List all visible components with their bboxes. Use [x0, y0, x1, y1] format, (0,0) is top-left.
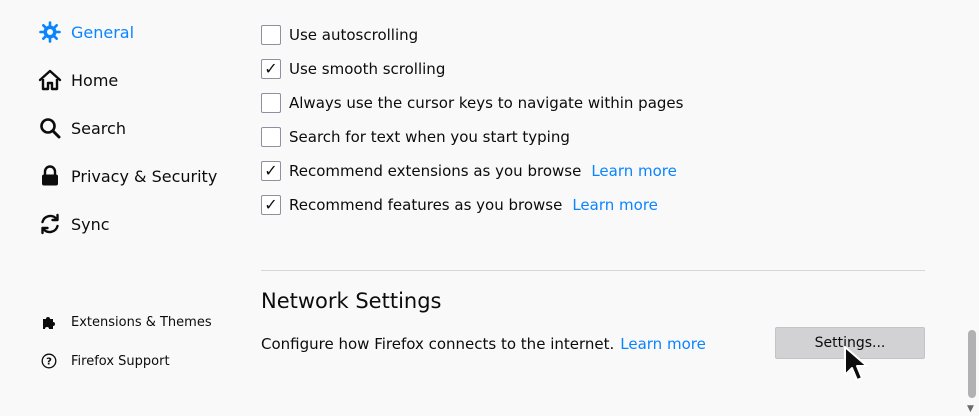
checkmark-icon: ✓: [264, 195, 278, 214]
home-icon: [36, 66, 64, 94]
preferences-page: General Home Search Privacy & Security S…: [0, 0, 979, 416]
lock-icon: [36, 162, 64, 190]
section-divider: [261, 270, 925, 271]
option-recommend-extensions[interactable]: ✓ Recommend extensions as you browse Lea…: [261, 159, 677, 183]
option-label: Use smooth scrolling: [289, 60, 446, 78]
network-settings-description: Configure how Firefox connects to the in…: [261, 334, 706, 354]
sidebar-item-search[interactable]: Search: [36, 112, 126, 144]
mouse-cursor-icon: [844, 346, 868, 381]
recommend-extensions-checkbox[interactable]: ✓: [261, 161, 281, 181]
sidebar-item-label: Search: [71, 118, 126, 138]
option-label: Search for text when you start typing: [289, 128, 570, 146]
scroll-down-arrow-icon[interactable]: ▼: [967, 404, 974, 414]
learn-more-link[interactable]: Learn more: [620, 335, 706, 353]
sidebar-item-extensions[interactable]: Extensions & Themes: [38, 306, 212, 338]
main-content: Use autoscrolling ✓ Use smooth scrolling…: [261, 0, 925, 416]
learn-more-link[interactable]: Learn more: [591, 162, 677, 180]
scrollbar[interactable]: ▼: [965, 0, 979, 416]
cursor-keys-checkbox[interactable]: [261, 93, 281, 113]
option-search-typing[interactable]: Search for text when you start typing: [261, 125, 570, 149]
option-label: Recommend features as you browse: [289, 196, 563, 214]
option-cursor-keys[interactable]: Always use the cursor keys to navigate w…: [261, 91, 683, 115]
sidebar-item-label: General: [71, 22, 135, 42]
puzzle-icon: [38, 311, 60, 333]
checkmark-icon: ✓: [264, 59, 278, 78]
checkmark-icon: ✓: [264, 161, 278, 180]
sidebar-item-support[interactable]: ? Firefox Support: [38, 345, 170, 377]
network-description-text: Configure how Firefox connects to the in…: [261, 335, 615, 353]
sidebar-item-label: Sync: [71, 214, 110, 234]
option-smooth-scrolling[interactable]: ✓ Use smooth scrolling: [261, 57, 445, 81]
sidebar-item-sync[interactable]: Sync: [36, 208, 110, 240]
sidebar-item-privacy[interactable]: Privacy & Security: [36, 160, 217, 192]
sidebar-item-label: Extensions & Themes: [71, 314, 212, 330]
svg-text:?: ?: [46, 357, 52, 368]
autoscrolling-checkbox[interactable]: [261, 25, 281, 45]
sidebar-item-general[interactable]: General: [36, 16, 134, 48]
sidebar-item-label: Home: [71, 70, 119, 90]
gear-icon: [36, 18, 64, 46]
network-settings-title: Network Settings: [261, 289, 442, 313]
option-label: Use autoscrolling: [289, 26, 419, 44]
option-label: Recommend extensions as you browse: [289, 162, 582, 180]
option-recommend-features[interactable]: ✓ Recommend features as you browse Learn…: [261, 193, 658, 217]
help-icon: ?: [38, 350, 60, 372]
smooth-scrolling-checkbox[interactable]: ✓: [261, 59, 281, 79]
learn-more-link[interactable]: Learn more: [572, 196, 658, 214]
sidebar-item-home[interactable]: Home: [36, 64, 118, 96]
search-typing-checkbox[interactable]: [261, 127, 281, 147]
sidebar-item-label: Privacy & Security: [71, 166, 218, 186]
recommend-features-checkbox[interactable]: ✓: [261, 195, 281, 215]
sidebar-item-label: Firefox Support: [71, 353, 170, 369]
scrollbar-thumb[interactable]: [968, 330, 976, 398]
search-icon: [36, 114, 64, 142]
sidebar: General Home Search Privacy & Security S…: [0, 0, 240, 416]
sync-icon: [36, 210, 64, 238]
option-autoscrolling[interactable]: Use autoscrolling: [261, 23, 418, 47]
option-label: Always use the cursor keys to navigate w…: [289, 94, 684, 112]
